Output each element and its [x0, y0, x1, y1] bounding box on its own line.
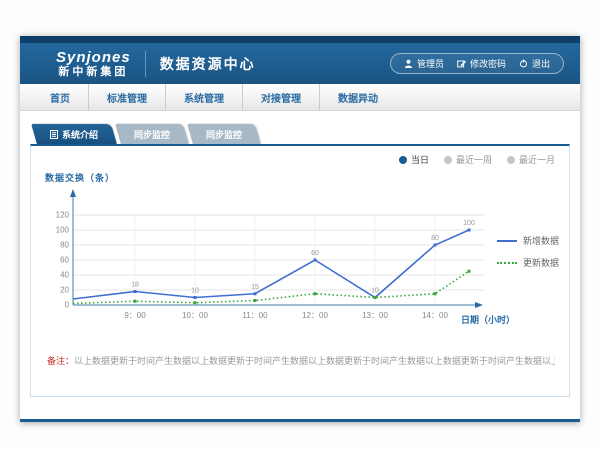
tab-label: 同步监控	[206, 128, 242, 141]
tab-2[interactable]: 同步监控	[190, 124, 258, 144]
radio-icon	[444, 156, 452, 164]
radio-icon	[507, 156, 515, 164]
svg-text:80: 80	[60, 241, 69, 250]
logo-subtext: 新中新集团	[56, 66, 131, 79]
svg-text:20: 20	[60, 286, 69, 295]
svg-text:0: 0	[65, 301, 70, 310]
svg-text:12：00: 12：00	[302, 311, 328, 320]
time-filter: 当日 最近一周 最近一月	[399, 153, 555, 166]
user-icon	[404, 59, 413, 68]
svg-text:11：00: 11：00	[242, 311, 268, 320]
svg-text:100: 100	[463, 220, 475, 227]
filter-label: 最近一月	[519, 153, 555, 166]
svg-text:18: 18	[131, 282, 139, 289]
filter-label: 最近一周	[456, 153, 492, 166]
radio-icon	[399, 156, 407, 164]
page-title: 数据资源中心	[145, 51, 256, 77]
svg-text:10: 10	[371, 288, 379, 295]
tab-bar: 系统介绍 同步监控 同步监控	[34, 124, 580, 144]
user-item-label: 退出	[532, 57, 550, 70]
filter-label: 当日	[411, 153, 429, 166]
top-strip	[20, 36, 580, 43]
logout-icon	[519, 59, 528, 68]
svg-text:10：00: 10：00	[182, 311, 208, 320]
filter-option-0[interactable]: 当日	[399, 153, 429, 166]
user-button[interactable]: 管理员	[404, 57, 444, 70]
user-bar: 管理员 修改密码 退出	[390, 53, 564, 74]
nav-item-3[interactable]: 对接管理	[243, 84, 320, 110]
svg-text:80: 80	[431, 235, 439, 242]
svg-text:120: 120	[56, 211, 70, 220]
svg-text:60: 60	[60, 256, 69, 265]
edit-button[interactable]: 修改密码	[457, 57, 506, 70]
footnote-prefix: 备注：	[47, 356, 74, 366]
filter-option-2[interactable]: 最近一月	[507, 153, 555, 166]
chart-legend: 新增数据更新数据	[497, 234, 559, 269]
nav-item-0[interactable]: 首页	[32, 84, 89, 110]
svg-text:60: 60	[311, 250, 319, 257]
tab-1[interactable]: 同步监控	[118, 124, 186, 144]
content-panel: 当日 最近一周 最近一月 数据交换（条） 0 20 40 60 80 100 120 9：00 10…	[30, 144, 570, 397]
svg-text:15: 15	[251, 284, 259, 291]
nav-item-1[interactable]: 标准管理	[89, 84, 166, 110]
footnote-text: 以上数据更新于时间产生数据以上数据更新于时间产生数据以上数据更新于时间产生数据以…	[74, 356, 555, 366]
legend-item-1: 更新数据	[497, 256, 559, 269]
legend-label: 新增数据	[523, 234, 559, 247]
nav-item-2[interactable]: 系统管理	[166, 84, 243, 110]
user-item-label: 管理员	[417, 57, 444, 70]
svg-text:100: 100	[56, 226, 70, 235]
y-axis-title: 数据交换（条）	[45, 171, 115, 184]
document-icon	[50, 130, 58, 139]
app-header: Synjones 新中新集团 数据资源中心 管理员 修改密码 退出	[20, 43, 580, 84]
tab-0[interactable]: 系统介绍	[34, 124, 114, 144]
svg-text:13：00: 13：00	[362, 311, 388, 320]
legend-line-sample	[497, 240, 517, 242]
footnote: 备注：以上数据更新于时间产生数据以上数据更新于时间产生数据以上数据更新于时间产生…	[47, 354, 555, 367]
tab-label: 同步监控	[134, 128, 170, 141]
legend-line-sample	[497, 262, 517, 264]
app-window: Synjones 新中新集团 数据资源中心 管理员修改密码退出 首页标准管理系统…	[20, 36, 580, 422]
x-axis-title: 日期（小时）	[461, 313, 515, 326]
svg-text:10: 10	[191, 288, 199, 295]
edit-icon	[457, 59, 466, 68]
line-chart: 0 20 40 60 80 100 120 9：00 10：00 11：00 12：00 13：00 1…	[45, 187, 490, 334]
brand-logo: Synjones 新中新集团	[56, 49, 131, 79]
tab-label: 系统介绍	[62, 128, 98, 141]
main-nav: 首页标准管理系统管理对接管理数据异动	[20, 84, 580, 111]
nav-item-4[interactable]: 数据异动	[320, 84, 396, 110]
svg-text:14：00: 14：00	[422, 311, 448, 320]
logout-button[interactable]: 退出	[519, 57, 550, 70]
logo-text: Synjones	[56, 49, 131, 66]
legend-label: 更新数据	[523, 256, 559, 269]
svg-text:40: 40	[60, 271, 69, 280]
desktop-canvas: Synjones 新中新集团 数据资源中心 管理员修改密码退出 首页标准管理系统…	[0, 0, 600, 450]
user-item-label: 修改密码	[470, 57, 506, 70]
legend-item-0: 新增数据	[497, 234, 559, 247]
svg-text:9：00: 9：00	[124, 311, 146, 320]
filter-option-1[interactable]: 最近一周	[444, 153, 492, 166]
